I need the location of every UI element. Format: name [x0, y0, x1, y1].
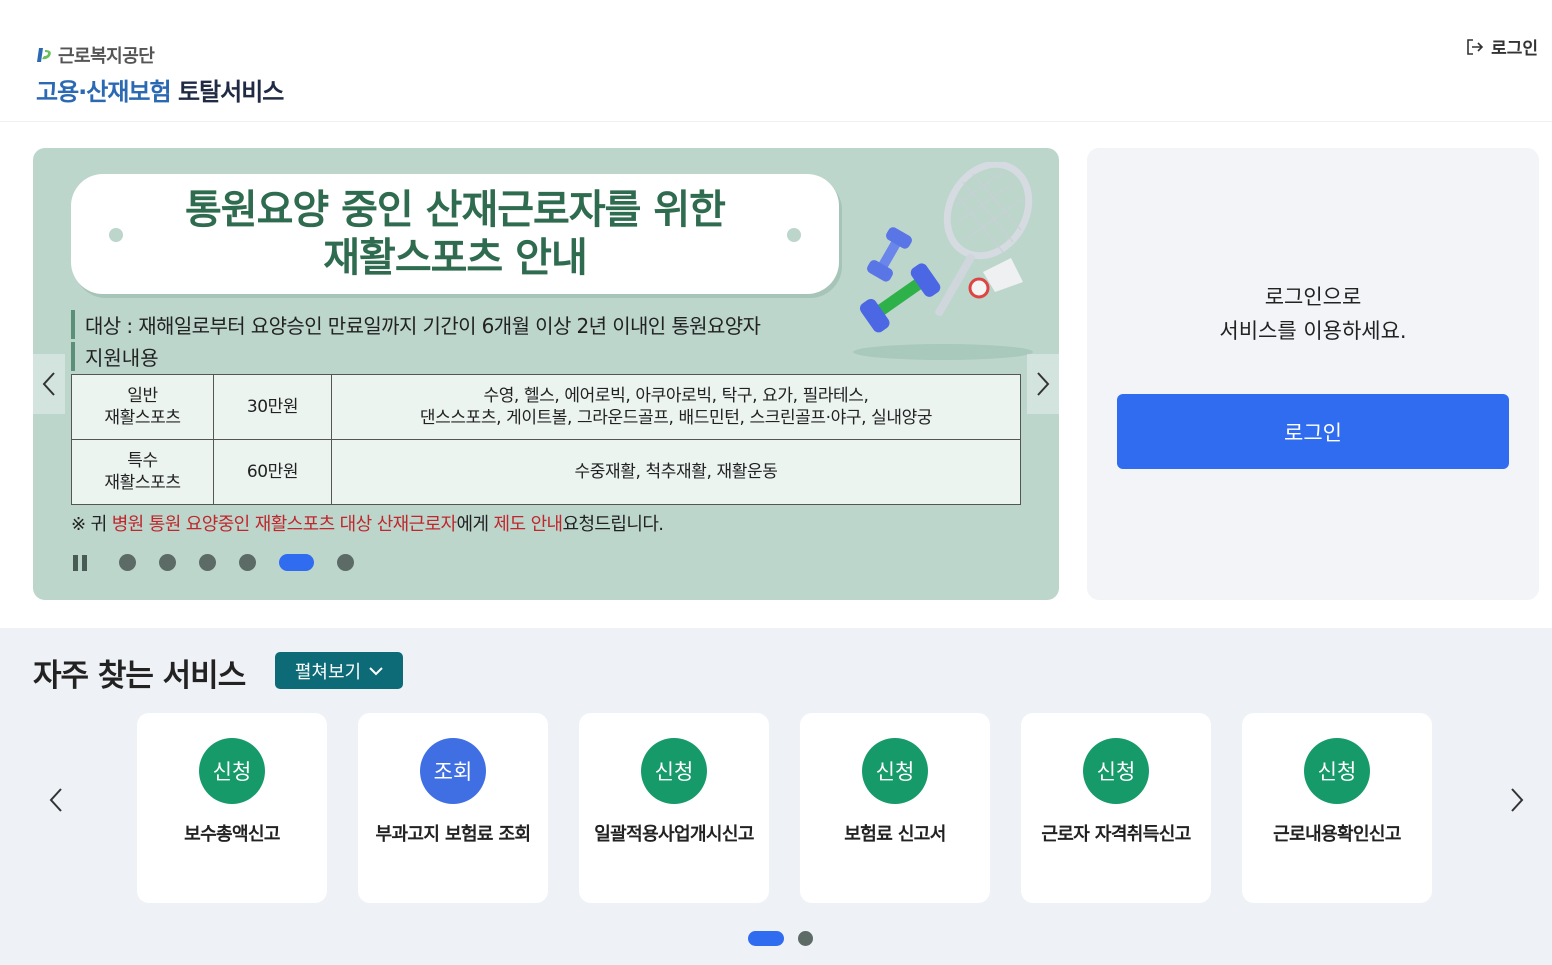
apply-badge: 신청 [1304, 738, 1370, 804]
expand-button-label: 펼쳐보기 [294, 661, 362, 683]
slide-dot-1[interactable] [119, 554, 136, 571]
slide-dot-4[interactable] [239, 554, 256, 571]
service-card[interactable]: 신청 근로내용확인신고 [1242, 713, 1432, 903]
login-message-line2: 서비스를 이용하세요. [1219, 319, 1407, 343]
expand-button[interactable]: 펼쳐보기 [275, 652, 403, 689]
table-row: 일반 재활스포츠 30만원 수영, 헬스, 에어로빅, 아쿠아로빅, 탁구, 요… [71, 374, 1021, 440]
apply-badge: 신청 [199, 738, 265, 804]
support-detail-cell: 수영, 헬스, 에어로빅, 아쿠아로빅, 탁구, 요가, 필라테스, 댄스스포츠… [331, 374, 1021, 440]
support-detail-line1: 수중재활, 척추재활, 재활운동 [574, 462, 778, 482]
frequent-services-title: 자주 찾는 서비스 [33, 658, 246, 694]
login-message-line1: 로그인으로 [1264, 285, 1362, 309]
service-card[interactable]: 신청 근로자 자격취득신고 [1021, 713, 1211, 903]
support-detail-cell: 수중재활, 척추재활, 재활운동 [331, 439, 1021, 505]
support-type-cell: 일반 재활스포츠 [71, 374, 214, 440]
chevron-down-icon [369, 666, 383, 675]
service-card-label: 보험료 신고서 [844, 824, 946, 845]
login-icon [1467, 38, 1484, 55]
services-prev-button[interactable] [41, 785, 71, 815]
service-name-dark: 토탈서비스 [177, 78, 284, 106]
apply-badge: 신청 [862, 738, 928, 804]
support-type-line1: 특수 [127, 451, 158, 471]
note-part: ※ 귀 [71, 514, 112, 535]
header-login-link[interactable]: 로그인 [1465, 34, 1538, 59]
support-type-cell: 특수 재활스포츠 [71, 439, 214, 505]
support-type-line2: 재활스포츠 [104, 408, 181, 428]
support-type-line2: 재활스포츠 [104, 473, 181, 493]
promo-banner[interactable]: 통원요양 중인 산재근로자를 위한 재활스포츠 안내 대상 : 재해일로부터 요… [33, 148, 1059, 600]
note-highlight: 병원 통원 요양중인 재활스포츠 대상 산재근로자 [111, 514, 457, 535]
slide-dot-6[interactable] [337, 554, 354, 571]
banner-slider-controls [73, 554, 377, 571]
support-amount: 60만원 [213, 439, 332, 505]
org-name-row: 근로복지공단 [36, 42, 283, 68]
table-row: 특수 재활스포츠 60만원 수중재활, 척추재활, 재활운동 [71, 439, 1021, 505]
support-detail-line1: 수영, 헬스, 에어로빅, 아쿠아로빅, 탁구, 요가, 필라테스, [483, 386, 869, 406]
site-logo[interactable]: 근로복지공단 고용·산재보험 토탈서비스 [36, 42, 284, 107]
chevron-left-icon [42, 372, 55, 396]
decor-dot [787, 228, 801, 242]
slide-dot-3[interactable] [199, 554, 216, 571]
service-card-label: 근로자 자격취득신고 [1041, 824, 1191, 845]
note-part: 에게 [456, 514, 494, 535]
service-name: 고용·산재보험 토탈서비스 [36, 72, 284, 107]
login-panel: 로그인으로 서비스를 이용하세요. 로그인 [1087, 148, 1539, 600]
slide-dot-5[interactable] [279, 554, 314, 571]
note-part: 요청드립니다. [562, 514, 664, 535]
sports-equipment-illustration [853, 162, 1033, 360]
note-highlight: 제도 안내 [493, 514, 564, 535]
support-type-line1: 일반 [127, 386, 158, 406]
banner-title-line2: 재활스포츠 안내 [323, 235, 588, 281]
support-table: 일반 재활스포츠 30만원 수영, 헬스, 에어로빅, 아쿠아로빅, 탁구, 요… [71, 374, 1021, 505]
service-card-label: 보수총액신고 [184, 824, 280, 845]
pause-button[interactable] [73, 554, 89, 571]
decor-dot [109, 228, 123, 242]
org-name: 근로복지공단 [58, 46, 155, 67]
page-dot-1[interactable] [748, 931, 784, 946]
service-card-label: 근로내용확인신고 [1273, 824, 1401, 845]
login-button[interactable]: 로그인 [1117, 394, 1509, 469]
service-card[interactable]: 신청 일괄적용사업개시신고 [579, 713, 769, 903]
pause-icon-bar [82, 554, 87, 571]
inquiry-badge: 조회 [420, 738, 486, 804]
chevron-right-icon [1511, 788, 1524, 812]
support-detail-line2: 댄스스포츠, 게이트볼, 그라운드골프, 배드민턴, 스크린골프·야구, 실내양… [419, 408, 933, 428]
service-card-label: 일괄적용사업개시신고 [594, 824, 754, 845]
slide-dot-2[interactable] [159, 554, 176, 571]
chevron-left-icon [49, 788, 62, 812]
banner-next-button[interactable] [1027, 354, 1059, 414]
service-name-blue: 고용·산재보험 [36, 78, 172, 106]
site-header: 근로복지공단 고용·산재보험 토탈서비스 로그인 [0, 0, 1552, 122]
banner-support-heading: 지원내용 [71, 342, 159, 371]
org-logo-icon [37, 48, 51, 62]
banner-title-box: 통원요양 중인 산재근로자를 위한 재활스포츠 안내 [71, 174, 839, 294]
chevron-right-icon [1037, 372, 1050, 396]
service-card-label: 부과고지 보험료 조회 [375, 824, 532, 845]
service-card[interactable]: 신청 보험료 신고서 [800, 713, 990, 903]
banner-note: ※ 귀 병원 통원 요양중인 재활스포츠 대상 산재근로자에게 제도 안내요청드… [71, 510, 664, 536]
banner-title-line1: 통원요양 중인 산재근로자를 위한 [185, 187, 726, 233]
service-card[interactable]: 조회 부과고지 보험료 조회 [358, 713, 548, 903]
pause-icon-bar [73, 554, 78, 571]
banner-prev-button[interactable] [33, 354, 65, 414]
apply-badge: 신청 [1083, 738, 1149, 804]
support-amount: 30만원 [213, 374, 332, 440]
page-dot-2[interactable] [798, 931, 813, 946]
login-message: 로그인으로 서비스를 이용하세요. [1087, 280, 1539, 348]
service-card[interactable]: 신청 보수총액신고 [137, 713, 327, 903]
frequent-services-section: 자주 찾는 서비스 펼쳐보기 신청 보수총액신고 조회 부과고지 보험료 조회 … [0, 628, 1552, 965]
services-pager [748, 931, 813, 946]
banner-target-text: 대상 : 재해일로부터 요양승인 만료일까지 기간이 6개월 이상 2년 이내인… [71, 310, 761, 339]
service-cards: 신청 보수총액신고 조회 부과고지 보험료 조회 신청 일괄적용사업개시신고 신… [137, 713, 1432, 903]
apply-badge: 신청 [641, 738, 707, 804]
header-login-label: 로그인 [1491, 39, 1538, 59]
services-next-button[interactable] [1502, 785, 1532, 815]
